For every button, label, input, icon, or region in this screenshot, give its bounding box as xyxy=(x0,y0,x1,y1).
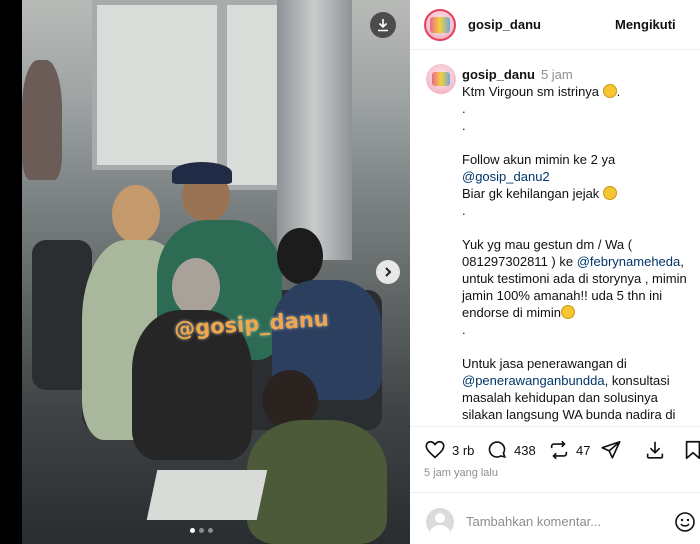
woman-head xyxy=(112,185,160,243)
share-button[interactable] xyxy=(600,439,622,461)
avatar[interactable] xyxy=(424,8,456,41)
comment-input[interactable]: Tambahkan komentar... xyxy=(466,514,601,529)
caption-username[interactable]: gosip_danu xyxy=(462,67,535,82)
person-bg xyxy=(22,60,62,180)
carousel-dot xyxy=(190,528,195,533)
carousel-dot xyxy=(208,528,213,533)
repost-button[interactable]: 47 xyxy=(548,439,590,461)
download-icon xyxy=(378,19,388,32)
bookmark-icon xyxy=(685,440,700,460)
like-count[interactable]: 3 rb xyxy=(452,443,474,458)
repost-icon xyxy=(550,440,568,460)
chevron-right-icon xyxy=(385,267,392,277)
man-cap xyxy=(172,162,232,184)
header-username[interactable]: gosip_danu xyxy=(468,17,541,32)
caption-avatar[interactable] xyxy=(426,64,456,94)
post-side-panel: gosip_danu Mengikuti gosip_danu 5 jam Ktm… xyxy=(410,0,700,544)
woman-right-head xyxy=(277,228,323,284)
download-icon xyxy=(646,441,664,459)
pillar xyxy=(277,0,352,260)
avatar-image xyxy=(430,16,450,33)
caption-line: Ktm Virgoun sm istrinya . xyxy=(462,84,621,99)
send-icon xyxy=(601,440,621,459)
post-timestamp[interactable]: 5 jam yang lalu xyxy=(424,467,498,479)
caption: gosip_danu 5 jam Ktm Virgoun sm istrinya … xyxy=(462,66,694,426)
download-button[interactable] xyxy=(370,12,396,38)
caption-dot: . xyxy=(462,118,466,133)
carousel-indicator xyxy=(190,528,213,533)
caption-dot: . xyxy=(462,203,466,218)
caption-text: Ktm Virgoun sm istrinya xyxy=(462,84,600,99)
carousel-dot xyxy=(199,528,204,533)
caption-dot: . xyxy=(462,101,466,116)
heart-icon xyxy=(425,440,445,459)
following-button[interactable]: Mengikuti xyxy=(615,17,676,32)
caption-follow-line: Follow akun mimin ke 2 ya xyxy=(462,152,616,167)
avatar-image xyxy=(432,72,450,86)
mention-link[interactable]: @gosip_danu2 xyxy=(462,168,694,185)
action-bar: 3 rb 438 47 xyxy=(410,426,700,472)
window-left xyxy=(92,0,222,170)
emoji-icon xyxy=(602,84,617,98)
caption-area: gosip_danu 5 jam Ktm Virgoun sm istrinya … xyxy=(410,50,700,426)
emoji-icon xyxy=(561,305,575,319)
like-button[interactable]: 3 rb xyxy=(424,439,474,461)
mention-link[interactable]: @penerawanganbundda xyxy=(462,373,605,388)
caption-gap xyxy=(462,338,694,355)
caption-gap xyxy=(462,219,694,236)
caption-line: Biar gk kehilangan jejak xyxy=(462,185,694,202)
caption-gap xyxy=(462,134,694,151)
laptop xyxy=(146,470,268,520)
comment-box: Tambahkan komentar... xyxy=(410,492,700,544)
save-to-device-button[interactable] xyxy=(644,439,666,461)
comment-icon xyxy=(488,441,507,459)
next-slide-button[interactable] xyxy=(376,260,400,284)
caption-paragraph: Yuk yg mau gestun dm / Wa ( 081297302811… xyxy=(462,236,694,321)
caption-meta: gosip_danu 5 jam xyxy=(462,66,694,83)
foreground-person xyxy=(247,420,387,544)
caption-text: Biar gk kehilangan jejak xyxy=(462,186,600,201)
avatar xyxy=(426,508,454,536)
mention-link[interactable]: @febrynameheda xyxy=(577,254,681,269)
post-header: gosip_danu Mengikuti xyxy=(410,0,700,50)
caption-paragraph: Untuk jasa penerawangan di @penerawangan… xyxy=(462,355,694,423)
post-photo[interactable]: @gosip_danu xyxy=(22,0,410,544)
smiley-icon[interactable] xyxy=(674,511,696,533)
old-man-head xyxy=(172,258,220,316)
caption-dot: . xyxy=(462,322,466,337)
bookmark-button[interactable] xyxy=(682,439,700,461)
caption-time: 5 jam xyxy=(540,67,573,82)
caption-text: Untuk jasa penerawangan di xyxy=(462,356,627,371)
emoji-icon xyxy=(602,186,617,200)
comment-count[interactable]: 438 xyxy=(514,443,536,458)
repost-count[interactable]: 47 xyxy=(576,443,590,458)
comment-button[interactable]: 438 xyxy=(486,439,536,461)
